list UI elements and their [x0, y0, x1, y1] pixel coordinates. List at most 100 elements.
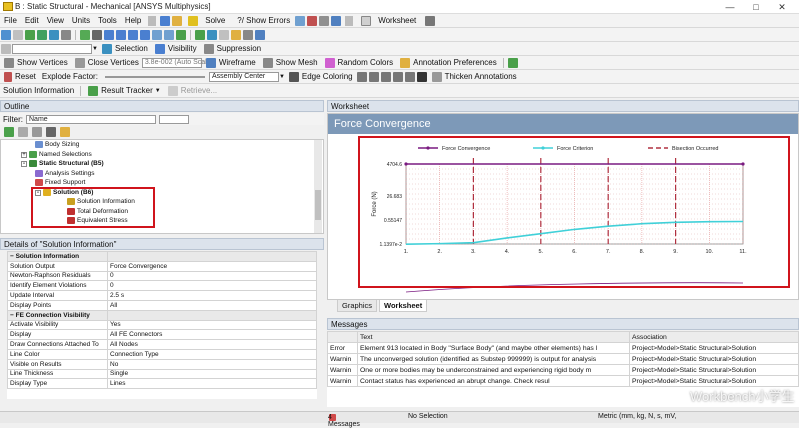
annotation-preferences-button[interactable]: Annotation Preferences	[396, 57, 500, 68]
details-value[interactable]: All	[107, 299, 317, 311]
show-mesh-button[interactable]: Show Mesh	[259, 57, 321, 68]
random-colors-button[interactable]: Random Colors	[321, 57, 397, 68]
close-vertices-button[interactable]: Close Vertices	[71, 57, 142, 68]
reset-button[interactable]: Reset	[0, 71, 39, 82]
details-row[interactable]: Line Thickness Single	[7, 368, 317, 380]
col-association[interactable]: Association	[629, 331, 799, 343]
tab-graphics[interactable]: Graphics	[337, 300, 378, 312]
edge-style-icon[interactable]	[392, 71, 403, 82]
wire-icon[interactable]	[219, 29, 229, 40]
details-row[interactable]: Identify Element Violations 0	[7, 280, 317, 292]
visibility-button[interactable]: Visibility	[151, 43, 200, 54]
close-button[interactable]: ✕	[769, 0, 795, 14]
col-text[interactable]: Text	[357, 331, 630, 343]
edge-select-icon[interactable]	[25, 29, 35, 40]
zoom-box-icon[interactable]	[116, 29, 126, 40]
menu-edit[interactable]: Edit	[21, 16, 43, 25]
details-value[interactable]: Connection Type	[107, 348, 317, 360]
edge-style-icon[interactable]	[380, 71, 391, 82]
tree-node-named-selections[interactable]: + Named Selections	[21, 151, 92, 158]
open-icon[interactable]	[172, 15, 183, 26]
details-value[interactable]: 0	[107, 280, 317, 292]
select-mode-icon[interactable]	[1, 29, 11, 40]
details-value[interactable]: 2.5 s	[107, 290, 317, 301]
details-row[interactable]: Newton-Raphson Residuals 0	[7, 270, 317, 282]
collapse-icon[interactable]	[18, 127, 28, 137]
thicken-annotations-button[interactable]: Thicken Annotations	[428, 71, 520, 82]
details-row[interactable]: Display All FE Connectors	[7, 329, 317, 341]
details-group-row[interactable]: − FE Connection Visibility	[7, 309, 317, 321]
face-select-icon[interactable]	[37, 29, 47, 40]
selection-combo[interactable]	[12, 43, 92, 54]
expand-toggle-icon[interactable]: +	[21, 151, 27, 158]
menu-help[interactable]: Help	[121, 16, 145, 25]
edge-style-icon[interactable]	[404, 71, 415, 82]
menu-view[interactable]: View	[43, 16, 68, 25]
tree-node-fixed-support[interactable]: Fixed Support	[35, 179, 85, 186]
vertex-select-icon[interactable]	[13, 29, 23, 40]
details-value[interactable]: All FE Connectors	[107, 329, 317, 341]
message-row[interactable]: Warnin One or more bodies may be undercon…	[327, 364, 799, 376]
message-row[interactable]: Warnin Contact status has experienced an …	[327, 375, 799, 387]
message-row[interactable]: Warnin The unconverged solution (identifi…	[327, 353, 799, 365]
magnifier-icon[interactable]	[140, 29, 150, 40]
details-value[interactable]: No	[107, 358, 317, 370]
tree-node-analysis-settings[interactable]: Analysis Settings	[35, 170, 95, 177]
wireframe-button[interactable]: Wireframe	[202, 57, 259, 68]
arrow-icon[interactable]	[416, 71, 427, 82]
zoom-fit-icon[interactable]	[128, 29, 138, 40]
col-type[interactable]	[327, 331, 358, 343]
outline-scrollbar[interactable]	[314, 140, 322, 233]
details-value[interactable]: Lines	[107, 378, 317, 390]
window-icon[interactable]	[255, 29, 265, 40]
details-row[interactable]: Draw Connections Attached To All Nodes	[7, 339, 317, 350]
pointer-icon[interactable]	[1, 43, 11, 54]
details-group-row[interactable]: − Solution Information	[7, 251, 317, 262]
maximize-button[interactable]: □	[743, 0, 769, 14]
tab-worksheet[interactable]: Worksheet	[379, 300, 428, 312]
probe-icon[interactable]	[307, 15, 318, 26]
menu-units[interactable]: Units	[68, 16, 94, 25]
filter-input[interactable]	[159, 114, 189, 124]
details-value[interactable]: 0	[107, 270, 317, 282]
expand-icon[interactable]	[32, 127, 42, 137]
details-value[interactable]: Force Convergence	[107, 260, 317, 272]
next-view-icon[interactable]	[164, 29, 174, 40]
details-row[interactable]: Display Points All	[7, 299, 317, 311]
details-row[interactable]: Visible on Results No	[7, 358, 317, 370]
edge-style-icon[interactable]	[356, 71, 367, 82]
details-row[interactable]: Line Color Connection Type	[7, 348, 317, 360]
rotate-icon[interactable]	[80, 29, 90, 40]
solve-button[interactable]: Solve	[183, 15, 233, 26]
show-vertices-button[interactable]: Show Vertices	[0, 57, 71, 68]
collapse-toggle-icon[interactable]: -	[21, 160, 27, 167]
image-icon[interactable]	[331, 15, 342, 26]
section-plane-icon[interactable]	[295, 15, 306, 26]
edge-style-icon[interactable]	[368, 71, 379, 82]
tree-node-body-sizing[interactable]: Body Sizing	[35, 141, 79, 148]
details-row[interactable]: Display Type Lines	[7, 378, 317, 390]
details-value[interactable]: All Nodes	[107, 339, 317, 350]
cube-icon[interactable]	[507, 57, 518, 68]
pan-icon[interactable]	[92, 29, 102, 40]
details-row[interactable]: Activate Visibility Yes	[7, 319, 317, 331]
menu-file[interactable]: File	[0, 16, 21, 25]
previous-view-icon[interactable]	[152, 29, 162, 40]
retrieve-button[interactable]: Retrieve...	[164, 85, 220, 96]
view-icon[interactable]	[195, 29, 205, 40]
message-row[interactable]: Error Element 913 located in Body "Surfac…	[327, 342, 799, 354]
folder-icon[interactable]	[60, 127, 70, 137]
refresh-icon[interactable]	[4, 127, 14, 137]
edge-coloring-button[interactable]: Edge Coloring	[285, 71, 356, 82]
tag-icon[interactable]	[231, 29, 241, 40]
details-row[interactable]: Solution Output Force Convergence	[7, 260, 317, 272]
filter-combo[interactable]: Name	[26, 114, 156, 124]
result-tracker-button[interactable]: Result Tracker ▼	[84, 85, 164, 96]
assembly-center-combo[interactable]: Assembly Center	[208, 71, 279, 82]
zoom-icon[interactable]	[104, 29, 114, 40]
worksheet-button[interactable]: Worksheet	[356, 15, 424, 26]
chart-icon[interactable]	[319, 15, 330, 26]
ruler-icon[interactable]	[243, 29, 253, 40]
new-icon[interactable]	[160, 15, 171, 26]
selection-button[interactable]: Selection	[98, 43, 151, 54]
